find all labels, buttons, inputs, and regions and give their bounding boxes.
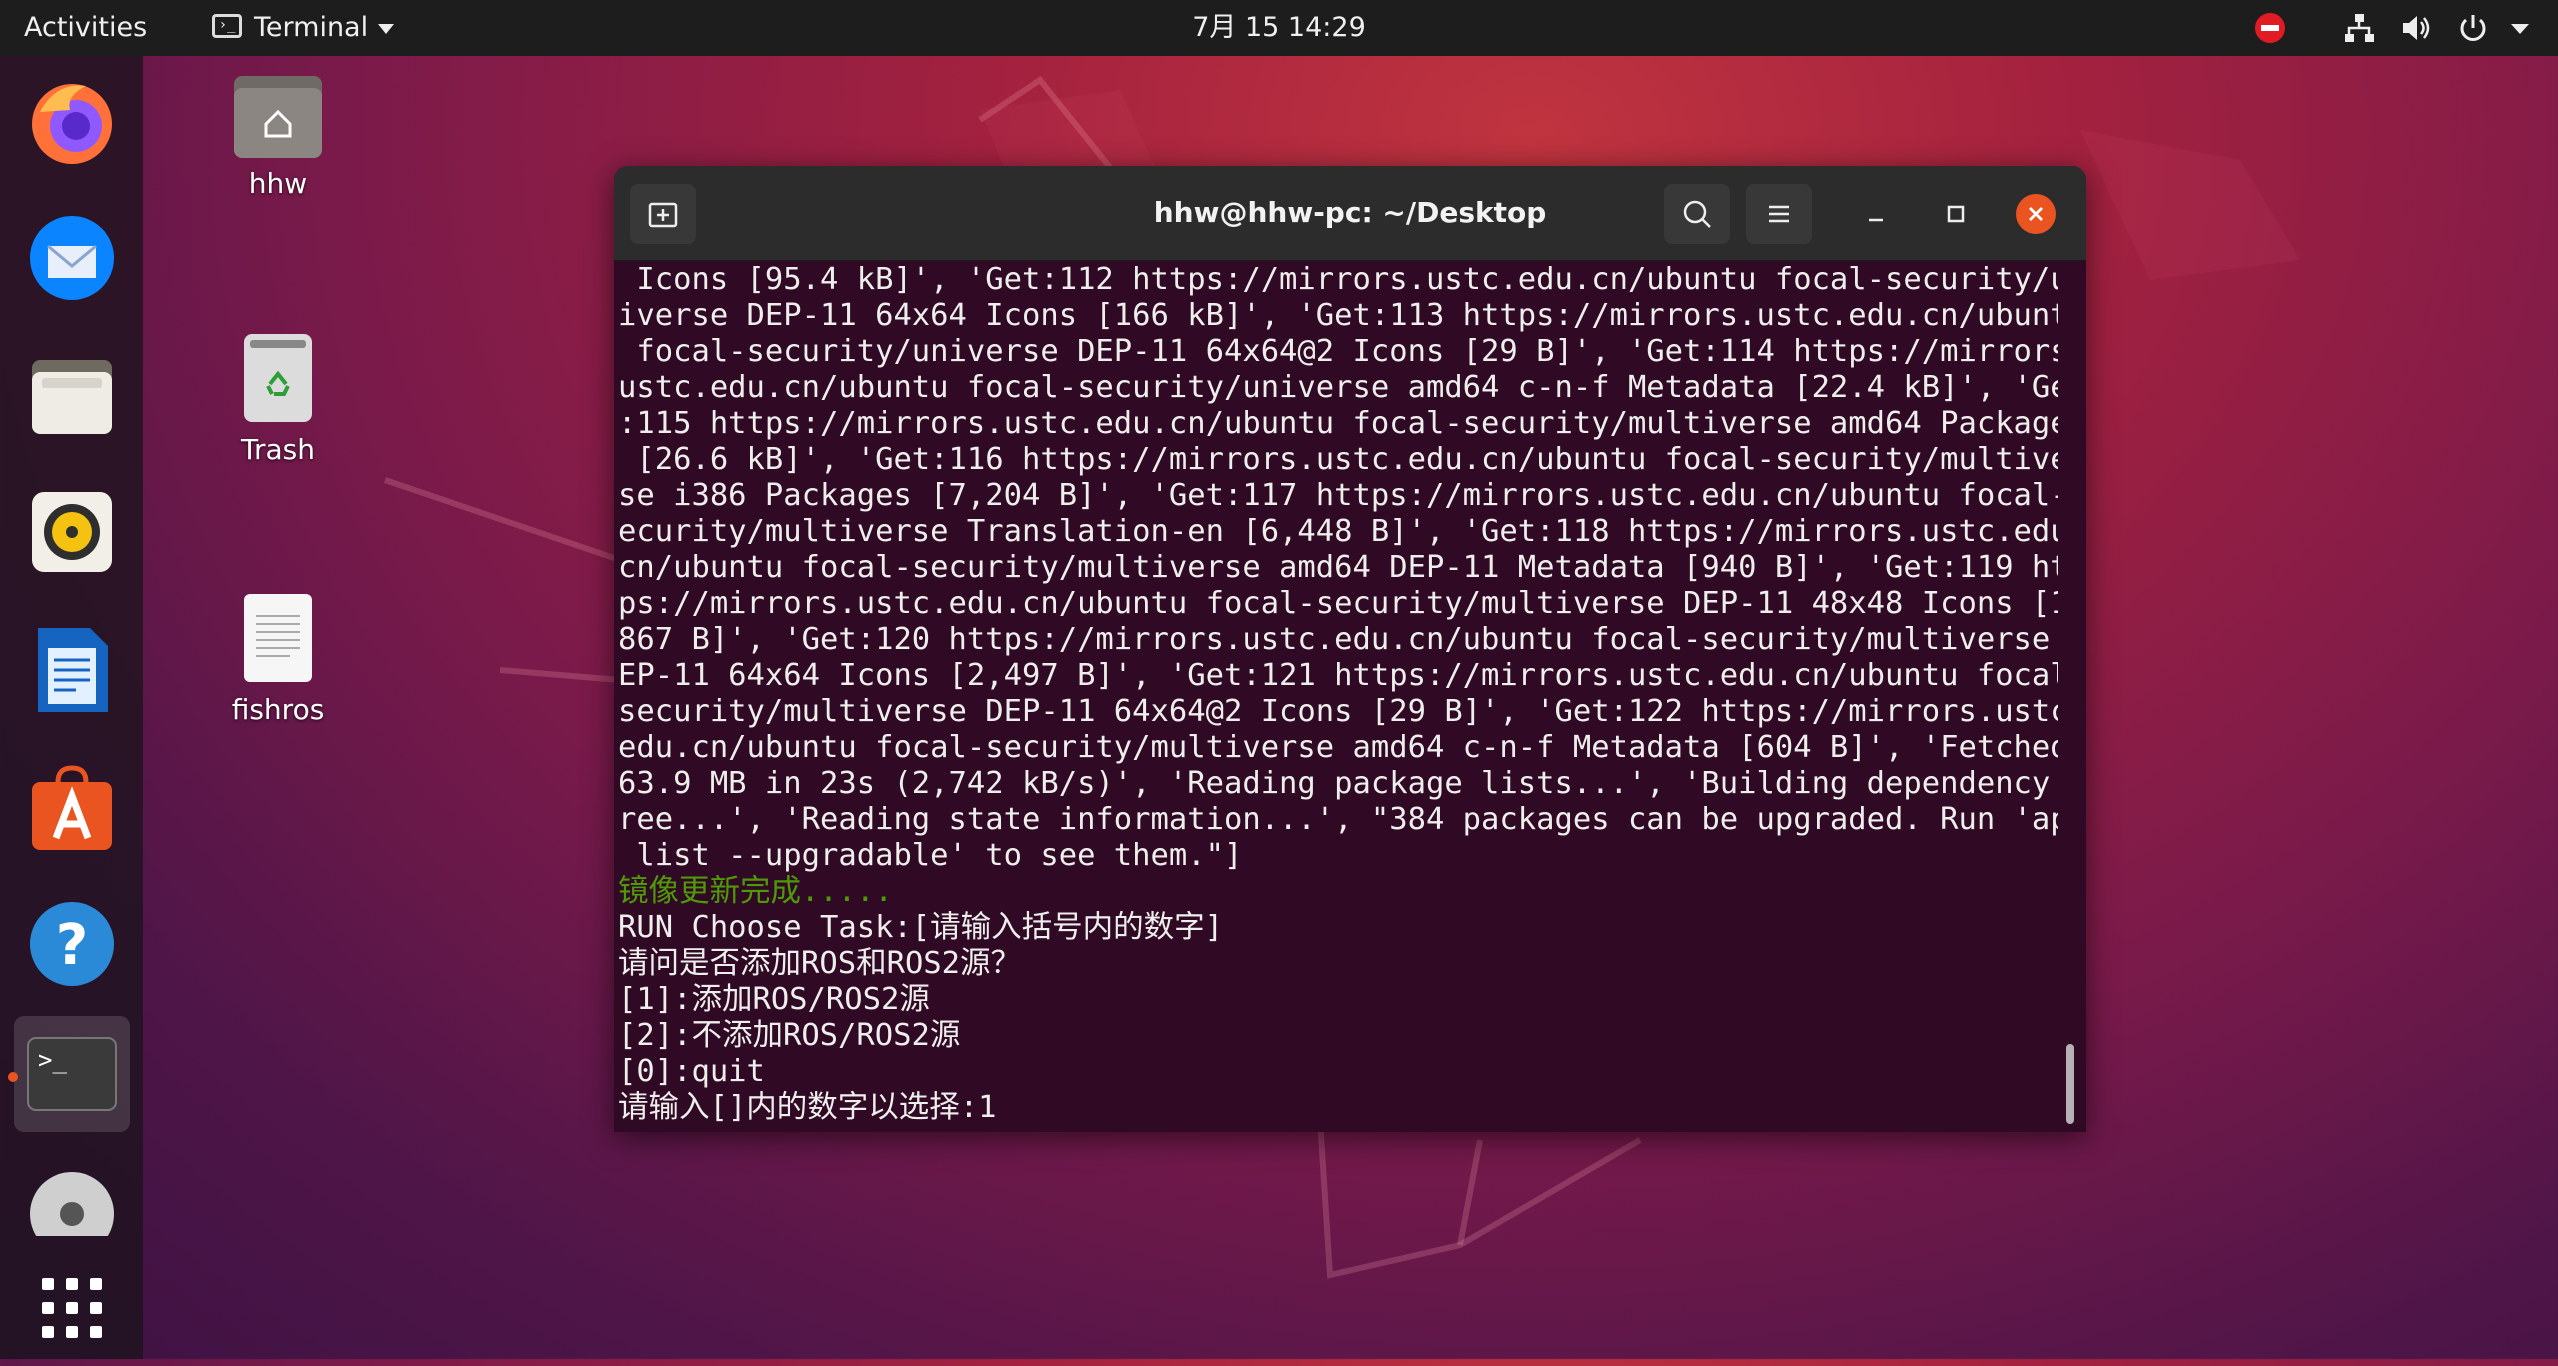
maximize-icon [1947,205,1965,223]
terminal-line: list --upgradable' to see them."] [618,838,1243,873]
terminal-output[interactable]: Icons [95.4 kB]', 'Get:112 https://mirro… [618,262,2058,1124]
network-icon[interactable] [2342,12,2376,44]
terminal-line: edu.cn/ubuntu focal-security/multiverse … [618,730,2058,765]
terminal-line: ustc.edu.cn/ubuntu focal-security/univer… [618,370,2058,405]
text-file-icon [244,594,312,682]
app-grid-icon [42,1278,102,1338]
do-not-disturb-icon[interactable] [2254,12,2288,44]
window-header[interactable]: hhw@hhw-pc: ~/Desktop [614,166,2086,261]
svg-text:>_: >_ [38,1046,67,1074]
terminal-line: 63.9 MB in 23s (2,742 kB/s)', 'Reading p… [618,766,2058,801]
files-icon [32,360,112,434]
home-folder-icon [234,76,322,158]
show-applications-button[interactable] [14,1250,130,1366]
terminal-line: se i386 Packages [7,204 B]', 'Get:117 ht… [618,478,2058,513]
close-button[interactable] [2016,194,2056,234]
trash-icon [244,334,312,422]
search-button[interactable] [1664,184,1730,244]
dock-libreoffice-writer[interactable] [14,612,130,728]
hamburger-menu-icon [1769,205,1789,223]
desktop-icon-label: fishros [231,693,325,726]
disc-icon [30,1172,114,1236]
terminal-line: 请输入[]内的数字以选择:1 [618,1090,997,1124]
terminal-line: ecurity/multiverse Translation-en [6,448… [618,514,2058,549]
search-icon [1683,200,1711,228]
ubuntu-software-icon [32,765,112,850]
help-icon: ? [30,902,114,986]
maximize-button[interactable] [1936,194,1976,234]
terminal-line: EP-11 64x64 Icons [2,497 B]', 'Get:121 h… [618,658,2058,693]
dock-ubuntu-software[interactable] [14,750,130,866]
dock-files[interactable] [14,338,130,454]
clock[interactable]: 7月 15 14:29 [0,0,2558,56]
close-icon [2029,207,2043,221]
terminal-line: 请问是否添加ROS和ROS2源？ [618,946,1022,981]
minimize-button[interactable] [1856,194,1896,234]
terminal-window[interactable]: hhw@hhw-pc: ~/Desktop Icons [95.4 kB]', … [614,166,2086,1132]
top-bar: Activities ›_ Terminal 7月 15 14:29 [0,0,2558,56]
writer-icon [38,628,108,712]
terminal-line: ree...', 'Reading state information...',… [618,802,2058,837]
terminal-line: focal-security/universe DEP-11 64x64@2 I… [618,334,2058,369]
firefox-icon [32,84,112,164]
dock: ? >_ [0,56,143,1359]
terminal-line: [1]:添加ROS/ROS2源 [618,982,930,1017]
desktop-icon-home[interactable]: hhw [208,70,348,200]
terminal-icon: >_ [27,1037,117,1111]
volume-icon[interactable] [2400,12,2434,44]
dock-thunderbird[interactable] [14,200,130,316]
svg-text:?: ? [56,913,88,978]
system-menu-chevron-icon[interactable] [2508,12,2532,44]
terminal-line: security/multiverse DEP-11 64x64@2 Icons… [618,694,2058,729]
terminal-line: [0]:quit [618,1054,765,1089]
desktop-icon-label: Trash [241,433,315,466]
thunderbird-icon [30,216,114,300]
scrollbar-thumb[interactable] [2066,1044,2074,1124]
running-indicator [8,1072,18,1082]
rhythmbox-icon [32,492,112,572]
menu-button[interactable] [1746,184,1812,244]
terminal-line: iverse DEP-11 64x64 Icons [166 kB]', 'Ge… [618,298,2058,333]
terminal-line: Icons [95.4 kB]', 'Get:112 https://mirro… [618,262,2058,297]
terminal-line: [26.6 kB]', 'Get:116 https://mirrors.ust… [618,442,2058,477]
desktop-icon-trash[interactable]: Trash [208,330,348,466]
dock-terminal[interactable]: >_ [14,1016,130,1132]
terminal-line: [2]:不添加ROS/ROS2源 [618,1018,961,1053]
dock-firefox[interactable] [14,64,130,180]
dock-disc[interactable] [14,1156,130,1236]
minimize-icon [1869,218,1883,222]
terminal-line: 867 B]', 'Get:120 https://mirrors.ustc.e… [618,622,2058,657]
dock-help[interactable]: ? [14,886,130,1002]
desktop-icon-fishros[interactable]: fishros [208,590,348,726]
power-icon[interactable] [2456,12,2490,44]
terminal-line: :115 https://mirrors.ustc.edu.cn/ubuntu … [618,406,2058,441]
terminal-line: ps://mirrors.ustc.edu.cn/ubuntu focal-se… [618,586,2058,621]
terminal-line: 镜像更新完成..... [618,874,893,909]
terminal-line: RUN Choose Task:[请输入括号内的数字] [618,910,1224,945]
dock-rhythmbox[interactable] [14,474,130,590]
desktop-icon-label: hhw [248,167,308,200]
terminal-line: cn/ubuntu focal-security/multiverse amd6… [618,550,2058,585]
